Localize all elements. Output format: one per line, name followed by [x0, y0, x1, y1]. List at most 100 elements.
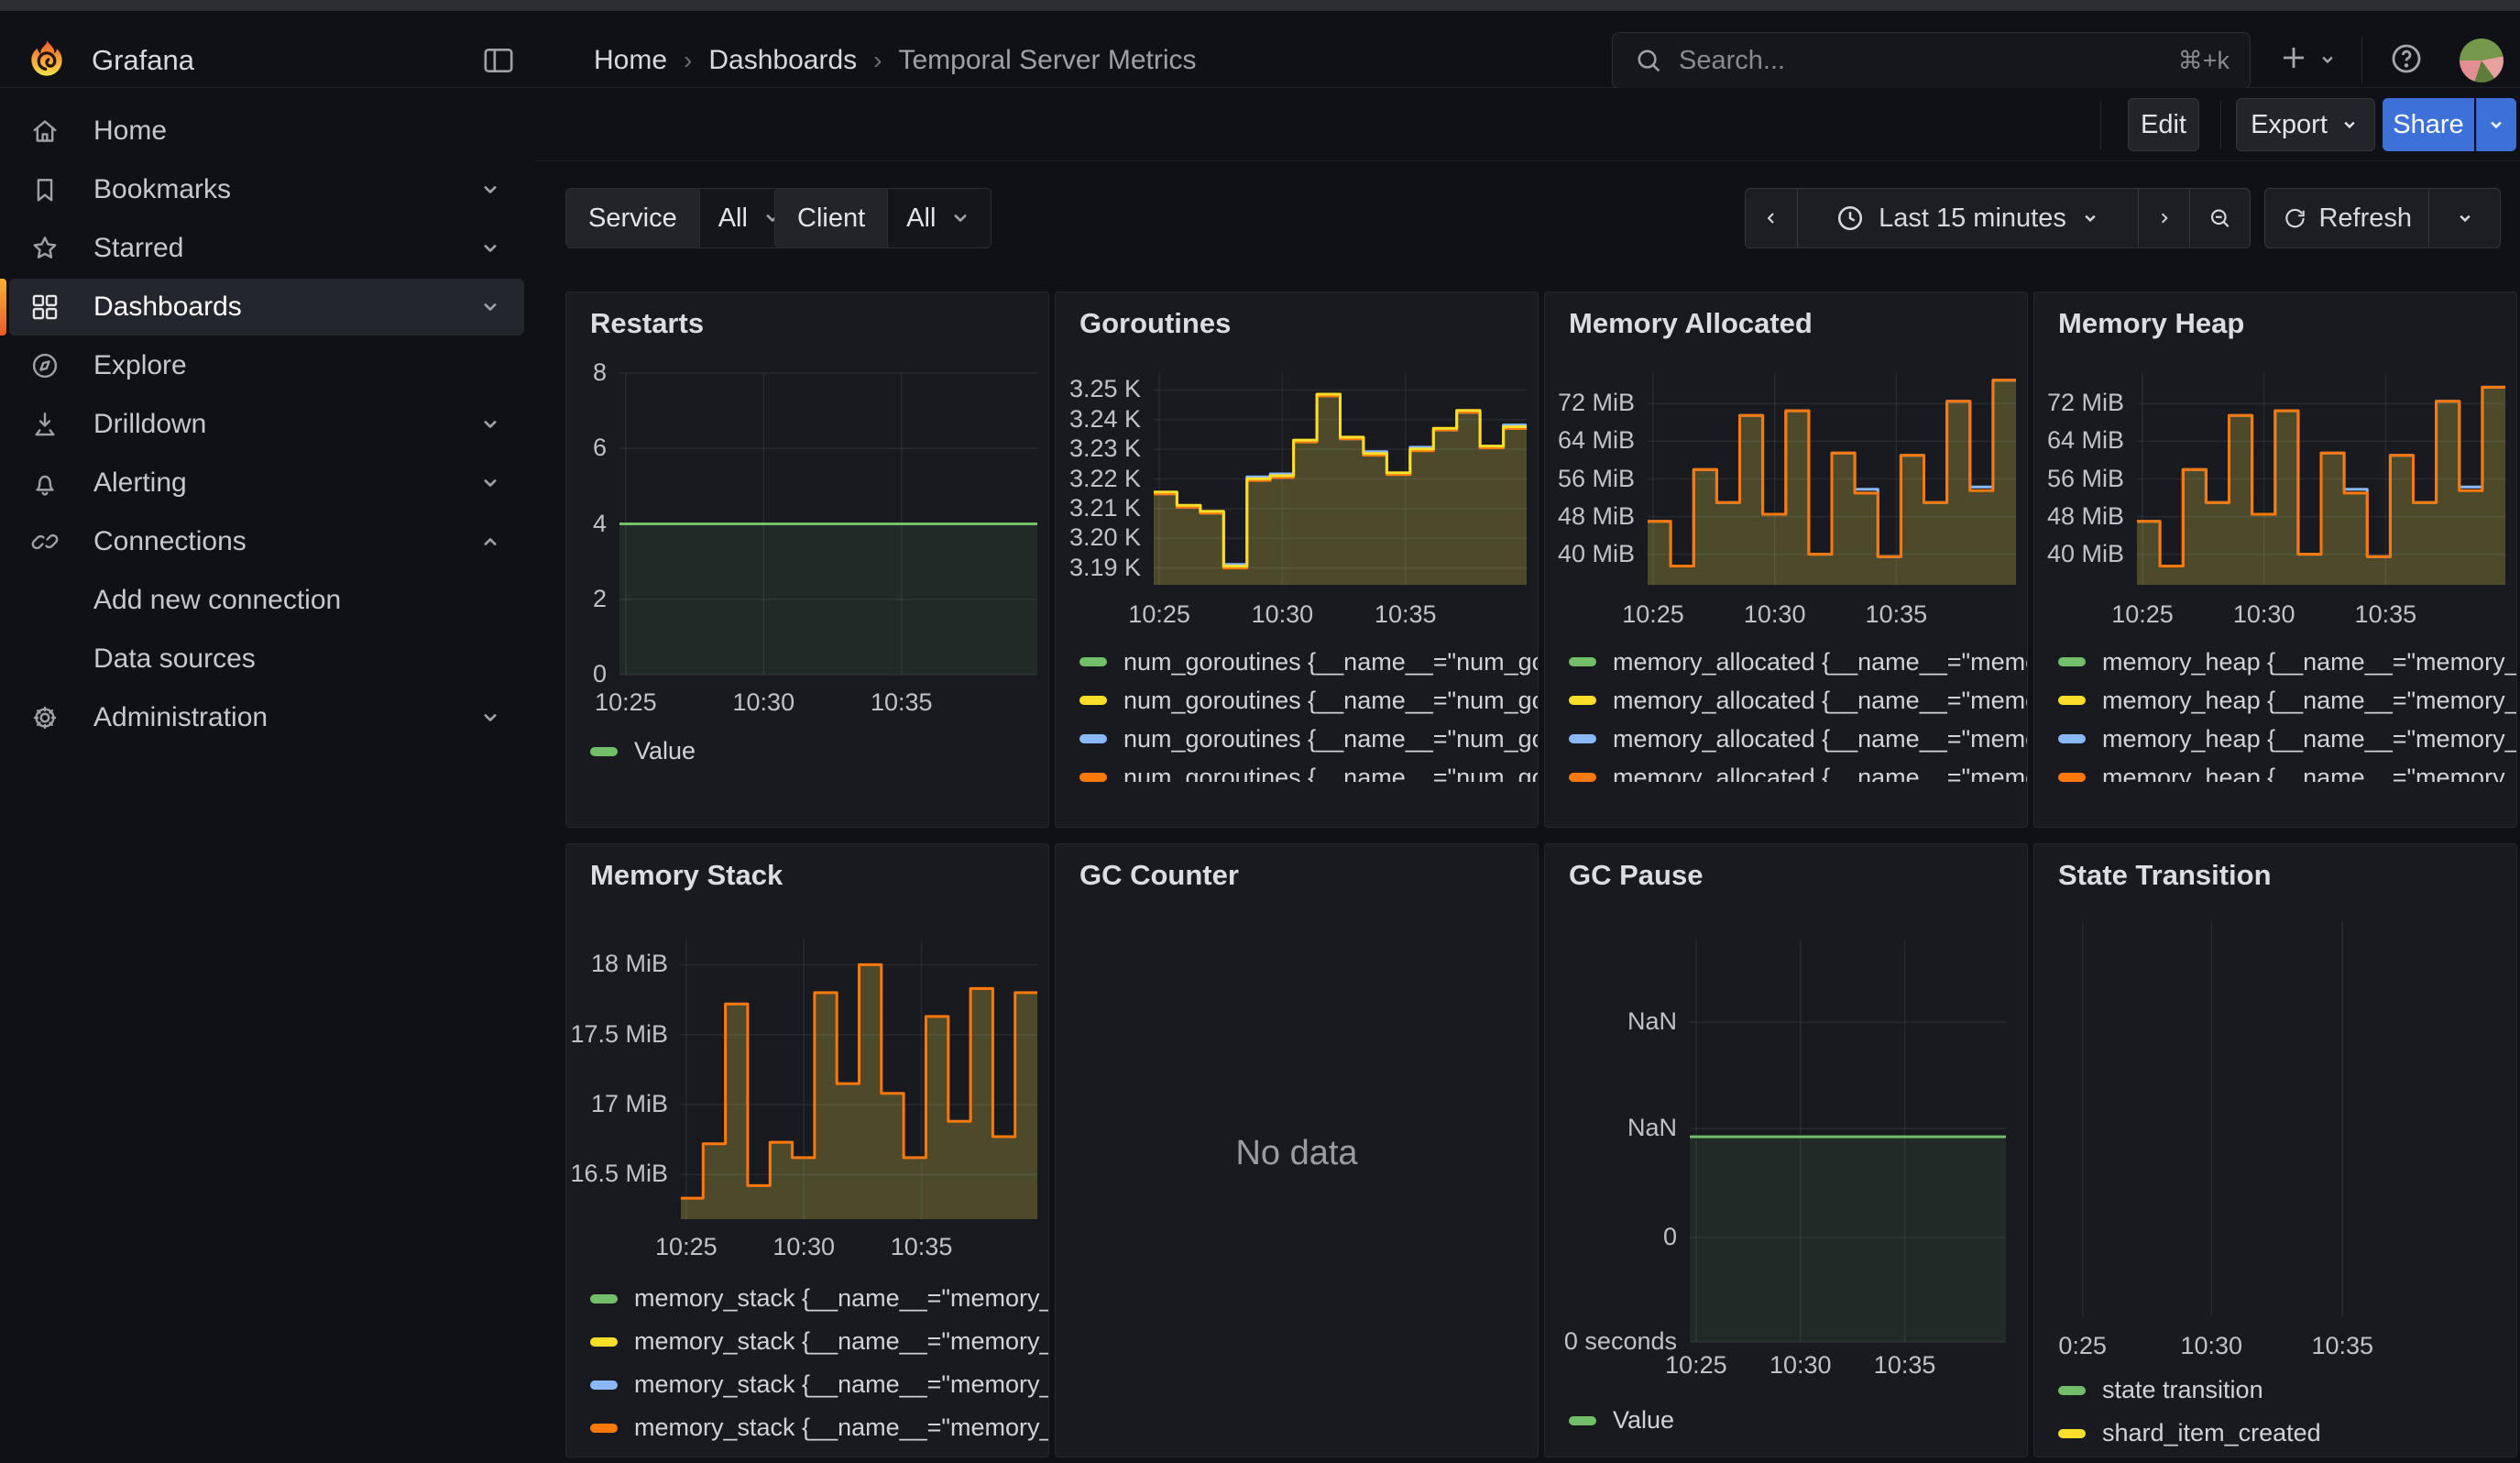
legend-item[interactable]: memory_heap {__name__="memory_h	[2058, 758, 2517, 782]
legend-series-label[interactable]: memory_heap {__name__="memory_h	[2102, 764, 2517, 783]
panel-title[interactable]: GC Counter	[1079, 859, 1239, 892]
refresh-interval-chevron[interactable]	[2428, 189, 2500, 248]
legend-item[interactable]: memory_stack {__name__="memory_s	[590, 1363, 1049, 1406]
brand-name[interactable]: Grafana	[92, 44, 194, 77]
edit-button[interactable]: Edit	[2128, 98, 2199, 151]
user-avatar[interactable]	[2460, 38, 2504, 82]
sidebar-item-explore[interactable]: Explore	[9, 337, 524, 394]
sidebar-item-data-sources[interactable]: Data sources	[9, 631, 524, 688]
legend-series-label[interactable]: memory_stack {__name__="memory_s	[634, 1327, 1049, 1356]
panel-title[interactable]: Memory Stack	[590, 859, 783, 892]
legend-series-label[interactable]: state transition	[2102, 1376, 2263, 1404]
legend-series-label[interactable]: memory_heap {__name__="memory_h	[2102, 725, 2517, 754]
legend-series-label[interactable]: shard_item_created	[2102, 1419, 2321, 1447]
legend-item[interactable]: num_goroutines {__name__="num_go	[1079, 643, 1539, 681]
chevron-down-icon[interactable]	[478, 295, 502, 319]
breadcrumb-dashboards[interactable]: Dashboards	[708, 45, 857, 76]
panel-title[interactable]: Restarts	[590, 307, 704, 340]
legend-item[interactable]: memory_allocated {__name__="memo	[1569, 720, 2028, 758]
toolbar-divider	[2220, 101, 2221, 148]
x-axis-tick: 10:35	[1841, 1351, 1969, 1380]
variable-value-dropdown[interactable]: All	[887, 189, 991, 248]
panel-title[interactable]: Goroutines	[1079, 307, 1231, 340]
search-input[interactable]	[1677, 45, 2165, 77]
chevron-down-icon[interactable]	[478, 706, 502, 730]
sidebar-item-alerting[interactable]: Alerting	[9, 455, 524, 512]
legend-item[interactable]: memory_heap {__name__="memory_h	[2058, 643, 2517, 681]
time-shift-forward-button[interactable]	[2138, 189, 2189, 248]
sidebar-item-administration[interactable]: Administration	[9, 689, 524, 746]
legend-series-label[interactable]: num_goroutines {__name__="num_go	[1123, 725, 1539, 754]
y-axis-tick: 3.24 K	[1056, 405, 1141, 434]
x-axis-tick: 10:35	[1832, 600, 1960, 629]
sidebar-collapse-icon[interactable]	[480, 42, 517, 79]
legend-item[interactable]: shard_item_created	[2058, 1412, 2517, 1455]
legend-item[interactable]: Value	[590, 731, 1049, 772]
sidebar-item-connections[interactable]: Connections	[9, 513, 524, 570]
chevron-down-icon[interactable]	[478, 236, 502, 260]
legend-series-label[interactable]: num_goroutines {__name__="num_go	[1123, 648, 1539, 676]
zoom-out-icon	[2207, 203, 2233, 234]
legend-series-color	[1569, 657, 1596, 666]
legend-series-label[interactable]: num_goroutines {__name__="num_go	[1123, 687, 1539, 715]
sidebar-item-starred[interactable]: Starred	[9, 220, 524, 277]
legend-item[interactable]: num_goroutines {__name__="num_go	[1079, 681, 1539, 720]
legend-item[interactable]: Value	[1569, 1399, 2028, 1442]
sidebar-item-label: Starred	[93, 233, 183, 264]
legend-series-color	[590, 747, 618, 756]
legend-item[interactable]: state transition	[2058, 1369, 2517, 1412]
panel-title[interactable]: State Transition	[2058, 859, 2272, 892]
legend-item[interactable]: memory_stack {__name__="memory_s	[590, 1320, 1049, 1363]
panel-title[interactable]: Memory Allocated	[1569, 307, 1813, 340]
legend-item[interactable]: num_goroutines {__name__="num_go	[1079, 720, 1539, 758]
legend-series-label[interactable]: Value	[634, 737, 696, 765]
add-chevron-down-icon[interactable]	[2317, 49, 2339, 71]
sidebar-item-dashboards[interactable]: Dashboards	[9, 279, 524, 336]
legend-item[interactable]: memory_allocated {__name__="memo	[1569, 681, 2028, 720]
sidebar-item-add-new-connection[interactable]: Add new connection	[9, 572, 524, 629]
legend-item[interactable]: memory_allocated {__name__="memo	[1569, 758, 2028, 782]
sidebar-item-bookmarks[interactable]: Bookmarks	[9, 161, 524, 218]
search-bar[interactable]: ⌘+k	[1612, 32, 2251, 89]
time-range-picker[interactable]: Last 15 minutes	[1797, 189, 2138, 248]
legend-series-label[interactable]: memory_stack {__name__="memory_s	[634, 1370, 1049, 1399]
legend-item[interactable]: memory_heap {__name__="memory_h	[2058, 720, 2517, 758]
time-shift-back-button[interactable]	[1746, 189, 1797, 248]
panel-title[interactable]: GC Pause	[1569, 859, 1703, 892]
breadcrumb-home[interactable]: Home	[594, 45, 667, 76]
zoom-out-button[interactable]	[2189, 189, 2250, 248]
share-chevron-button[interactable]	[2476, 98, 2516, 151]
share-button[interactable]: Share	[2383, 98, 2474, 151]
legend-series-color	[1569, 696, 1596, 705]
chevron-down-icon[interactable]	[478, 178, 502, 202]
legend-series-label[interactable]: memory_stack {__name__="memory_s	[634, 1284, 1049, 1313]
export-button[interactable]: Export	[2236, 98, 2375, 151]
refresh-button[interactable]: Refresh	[2265, 189, 2428, 248]
legend-item[interactable]: memory_allocated {__name__="memo	[1569, 643, 2028, 681]
legend-item[interactable]: memory_stack {__name__="memory_s	[590, 1406, 1049, 1449]
legend-series-label[interactable]: memory_allocated {__name__="memo	[1613, 764, 2028, 783]
legend-series-label[interactable]: memory_stack {__name__="memory_s	[634, 1414, 1049, 1442]
legend: num_goroutines {__name__="num_go num_goro…	[1079, 643, 1539, 782]
sidebar-item-label: Dashboards	[93, 292, 242, 323]
legend-series-label[interactable]: memory_allocated {__name__="memo	[1613, 725, 2028, 754]
legend-item[interactable]: memory_stack {__name__="memory_s	[590, 1277, 1049, 1320]
legend-series-label[interactable]: memory_allocated {__name__="memo	[1613, 648, 2028, 676]
legend-series-label[interactable]: memory_allocated {__name__="memo	[1613, 687, 2028, 715]
help-icon[interactable]	[2388, 40, 2425, 77]
legend-item[interactable]: memory_heap {__name__="memory_h	[2058, 681, 2517, 720]
sidebar-item-home[interactable]: Home	[9, 103, 524, 160]
chevron-down-icon[interactable]	[478, 471, 502, 495]
legend-series-label[interactable]: Value	[1613, 1406, 1674, 1435]
legend-item[interactable]: num_goroutines {__name__="num_go	[1079, 758, 1539, 782]
panel-title[interactable]: Memory Heap	[2058, 307, 2244, 340]
add-button[interactable]	[2276, 40, 2311, 75]
chevron-up-icon[interactable]	[478, 530, 502, 554]
grafana-logo[interactable]	[24, 37, 70, 84]
legend-series-label[interactable]: num_goroutines {__name__="num_go	[1123, 764, 1539, 783]
legend-series-label[interactable]: memory_heap {__name__="memory_h	[2102, 687, 2517, 715]
sidebar-item-label: Bookmarks	[93, 174, 231, 205]
sidebar-item-drilldown[interactable]: Drilldown	[9, 396, 524, 453]
legend-series-label[interactable]: memory_heap {__name__="memory_h	[2102, 648, 2517, 676]
chevron-down-icon[interactable]	[478, 412, 502, 436]
